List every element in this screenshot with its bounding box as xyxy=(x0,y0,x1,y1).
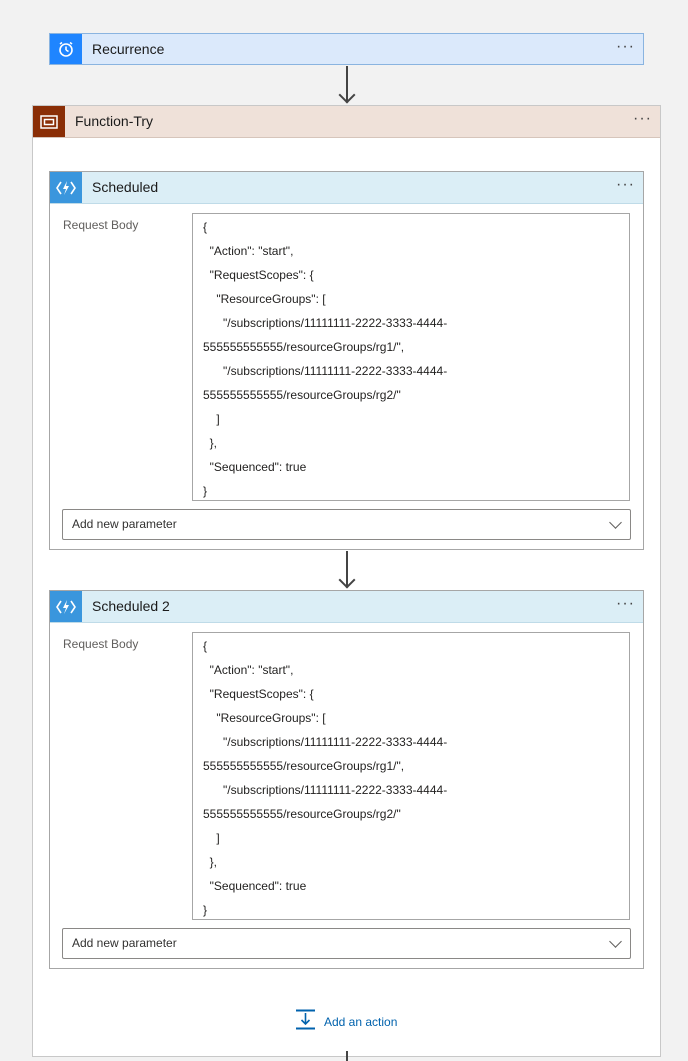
action-card-scheduled: Scheduled ··· Request Body { "Action": "… xyxy=(49,171,644,550)
body-line: { xyxy=(203,220,208,234)
body-line: 555555555555/resourceGroups/rg2/" xyxy=(203,807,401,821)
body-line: "Sequenced": true xyxy=(203,460,307,474)
body-line: "Sequenced": true xyxy=(203,879,307,893)
recurrence-menu-button[interactable]: ··· xyxy=(616,34,635,64)
body-line: } xyxy=(203,484,208,498)
body-line: "ResourceGroups": [ xyxy=(203,292,326,306)
request-body-label: Request Body xyxy=(63,637,139,651)
action-card-scheduled-2: Scheduled 2 ··· Request Body { "Action":… xyxy=(49,590,644,969)
add-action-button[interactable]: Add an action xyxy=(295,1009,398,1035)
action-header[interactable]: Scheduled ··· xyxy=(50,172,643,204)
body-line: "/subscriptions/11111111-2222-3333-4444- xyxy=(203,316,448,330)
recurrence-trigger-card[interactable]: Recurrence ··· xyxy=(49,33,644,65)
arrow-down-icon xyxy=(338,86,356,104)
scope-icon xyxy=(33,106,65,137)
action-title: Scheduled xyxy=(92,179,159,195)
add-new-parameter-dropdown[interactable]: Add new parameter xyxy=(62,928,631,959)
scope-menu-button[interactable]: ··· xyxy=(633,106,652,136)
add-new-parameter-dropdown[interactable]: Add new parameter xyxy=(62,509,631,540)
chevron-down-icon xyxy=(609,935,622,948)
body-line: "/subscriptions/11111111-2222-3333-4444- xyxy=(203,735,448,749)
request-body-input[interactable]: { "Action": "start", "RequestScopes": { … xyxy=(192,213,630,501)
body-line: 555555555555/resourceGroups/rg2/" xyxy=(203,388,401,402)
body-line: } xyxy=(203,903,208,917)
chevron-down-icon xyxy=(609,516,622,529)
action-menu-button[interactable]: ··· xyxy=(616,172,635,202)
body-line: ] xyxy=(203,412,220,426)
connector-line xyxy=(346,1051,348,1061)
body-line: ] xyxy=(203,831,220,845)
body-line: 555555555555/resourceGroups/rg1/", xyxy=(203,340,405,354)
action-menu-button[interactable]: ··· xyxy=(616,591,635,621)
body-line: "ResourceGroups": [ xyxy=(203,711,326,725)
body-line: "Action": "start", xyxy=(203,663,294,677)
add-new-parameter-label: Add new parameter xyxy=(72,517,177,531)
add-new-parameter-label: Add new parameter xyxy=(72,936,177,950)
insert-step-icon xyxy=(295,1009,316,1035)
alarm-clock-icon xyxy=(50,34,82,64)
body-line: "RequestScopes": { xyxy=(203,687,314,701)
body-line: "RequestScopes": { xyxy=(203,268,314,282)
body-line: "Action": "start", xyxy=(203,244,294,258)
body-line: { xyxy=(203,639,208,653)
body-line: "/subscriptions/11111111-2222-3333-4444- xyxy=(203,364,448,378)
azure-function-icon xyxy=(50,591,82,622)
request-body-input[interactable]: { "Action": "start", "RequestScopes": { … xyxy=(192,632,630,920)
body-line: "/subscriptions/11111111-2222-3333-4444- xyxy=(203,783,448,797)
azure-function-icon xyxy=(50,172,82,203)
scope-header[interactable]: Function-Try ··· xyxy=(33,106,660,138)
add-action-label: Add an action xyxy=(324,1015,398,1029)
scope-title: Function-Try xyxy=(75,113,154,129)
body-line: 555555555555/resourceGroups/rg1/", xyxy=(203,759,405,773)
request-body-label: Request Body xyxy=(63,218,139,232)
action-title: Scheduled 2 xyxy=(92,598,170,614)
recurrence-title: Recurrence xyxy=(92,41,165,57)
action-header[interactable]: Scheduled 2 ··· xyxy=(50,591,643,623)
body-line: }, xyxy=(203,855,218,869)
body-line: }, xyxy=(203,436,218,450)
